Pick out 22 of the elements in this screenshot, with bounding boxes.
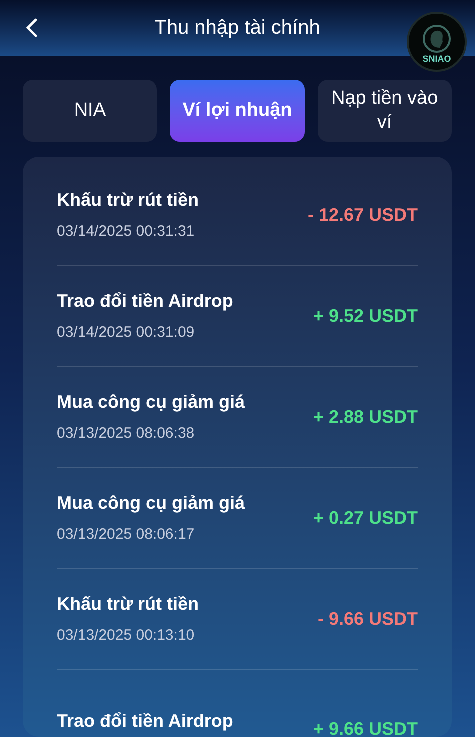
transaction-title: Khấu trừ rút tiền xyxy=(57,593,200,615)
transaction-date: 03/13/2025 00:13:10 xyxy=(57,627,196,645)
transaction-title: Mua công cụ giảm giá xyxy=(57,492,246,514)
tab[interactable]: NIA xyxy=(23,80,158,142)
transaction-title: Mua công cụ giảm giá xyxy=(57,391,246,413)
transaction-amount: + 2.88 USDT xyxy=(313,406,418,428)
transaction-date: 03/13/2025 08:06:17 xyxy=(57,526,196,544)
page-title: Thu nhập tài chính xyxy=(154,16,320,41)
logo: SNIAO xyxy=(407,12,467,72)
transaction-amount: - 9.66 USDT xyxy=(318,608,418,630)
transaction-date: 03/14/2025 00:31:09 xyxy=(57,324,196,342)
tab[interactable]: Nạp tiền vào ví xyxy=(318,80,452,142)
transaction-amount: + 0.27 USDT xyxy=(313,506,418,530)
transaction-date: 03/13/2025 08:06:38 xyxy=(57,425,196,443)
transaction-amount: + 9.66 USDT xyxy=(313,718,418,737)
transaction-title: Trao đổi tiền Airdrop xyxy=(57,290,234,312)
transaction-date: 03/14/2025 00:31:31 xyxy=(57,223,196,241)
transaction-title: Khấu trừ rút tiền xyxy=(57,189,200,211)
transaction-amount: - 12.67 USDT xyxy=(308,204,418,226)
transaction-title: Trao đổi tiền Airdrop xyxy=(57,710,234,732)
tab[interactable]: Ví lợi nhuận xyxy=(170,80,305,142)
transaction-amount: + 9.52 USDT xyxy=(313,304,418,328)
